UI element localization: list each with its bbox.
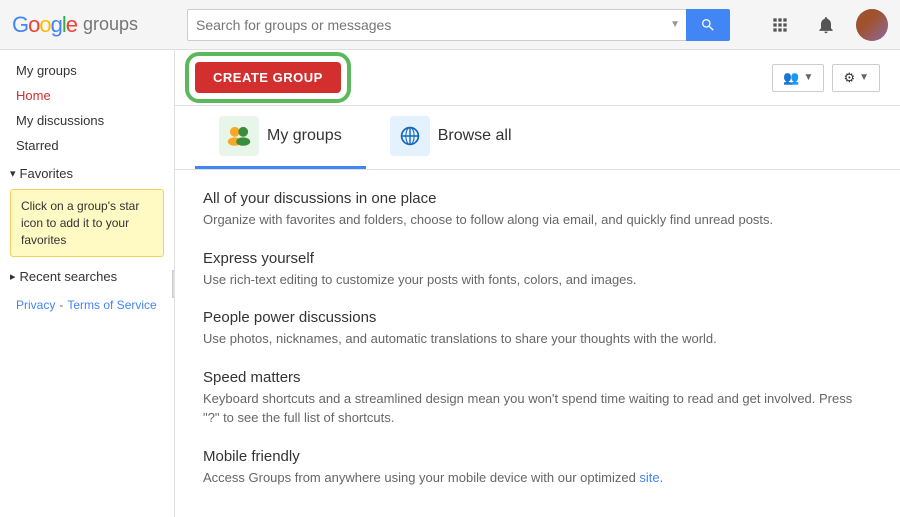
tab-bar: My groups Browse all bbox=[175, 106, 900, 170]
sidebar-item-starred-label: Starred bbox=[16, 138, 59, 153]
sidebar-item-home[interactable]: Home bbox=[0, 83, 174, 108]
logo-groups-text: groups bbox=[83, 14, 138, 35]
feature-people-power: People power discussions Use photos, nic… bbox=[203, 309, 872, 349]
feature-mobile-desc: Access Groups from anywhere using your m… bbox=[203, 468, 872, 488]
toolbar-right: 👥 ▼ ⚙ ▼ bbox=[772, 64, 880, 92]
feature-speed: Speed matters Keyboard shortcuts and a s… bbox=[203, 369, 872, 428]
create-group-button[interactable]: CREATE GROUP bbox=[195, 62, 341, 93]
logo-o1: o bbox=[28, 12, 39, 38]
search-icon bbox=[700, 17, 716, 33]
feature-people-power-title: People power discussions bbox=[203, 309, 872, 326]
feature-speed-desc: Keyboard shortcuts and a streamlined des… bbox=[203, 389, 872, 428]
feature-discussions-title: All of your discussions in one place bbox=[203, 190, 872, 207]
gear-dropdown-icon: ▼ bbox=[859, 72, 869, 83]
content-area: CREATE GROUP 👥 ▼ ⚙ ▼ bbox=[175, 50, 900, 517]
apps-icon bbox=[770, 15, 790, 35]
tab-browse-all[interactable]: Browse all bbox=[366, 106, 536, 169]
sidebar: ▸ My groups Home My discussions Starred … bbox=[0, 50, 175, 517]
bell-icon bbox=[816, 15, 836, 35]
header-icons bbox=[764, 9, 888, 41]
feature-discussions: All of your discussions in one place Org… bbox=[203, 190, 872, 230]
privacy-separator: - bbox=[59, 298, 63, 312]
tab-my-groups[interactable]: My groups bbox=[195, 106, 366, 169]
recent-searches-label: Recent searches bbox=[20, 269, 118, 284]
welcome-content: All of your discussions in one place Org… bbox=[175, 170, 900, 517]
recent-searches-arrow-icon: ▸ bbox=[10, 270, 16, 283]
logo-o2: o bbox=[39, 12, 50, 38]
people-settings-button[interactable]: 👥 ▼ bbox=[772, 64, 824, 92]
feature-mobile-desc-prefix: Access Groups from anywhere using your m… bbox=[203, 470, 639, 485]
terms-link[interactable]: Terms of Service bbox=[67, 298, 156, 312]
search-button[interactable] bbox=[686, 9, 730, 41]
feature-mobile-desc-suffix: . bbox=[660, 470, 664, 485]
toolbar: CREATE GROUP 👥 ▼ ⚙ ▼ bbox=[175, 50, 900, 106]
my-groups-icon bbox=[225, 122, 253, 150]
browse-all-icon bbox=[396, 122, 424, 150]
people-dropdown-icon: ▼ bbox=[804, 72, 814, 83]
feature-express-desc: Use rich-text editing to customize your … bbox=[203, 270, 872, 290]
logo-area: Google groups bbox=[12, 12, 187, 38]
logo-g: G bbox=[12, 12, 28, 38]
apps-button[interactable] bbox=[764, 9, 796, 41]
sidebar-item-home-label: Home bbox=[16, 88, 51, 103]
sidebar-privacy: Privacy - Terms of Service bbox=[0, 288, 174, 322]
sidebar-collapse-button[interactable]: ▸ bbox=[172, 270, 175, 298]
logo-e: e bbox=[66, 12, 77, 38]
search-input[interactable] bbox=[188, 17, 664, 33]
feature-discussions-desc: Organize with favorites and folders, cho… bbox=[203, 210, 872, 230]
sidebar-item-starred[interactable]: Starred bbox=[0, 133, 174, 158]
gear-icon: ⚙ bbox=[843, 70, 855, 86]
search-bar-container: ▼ bbox=[187, 9, 687, 41]
feature-speed-title: Speed matters bbox=[203, 369, 872, 386]
main-layout: ▸ My groups Home My discussions Starred … bbox=[0, 50, 900, 517]
browse-all-tab-icon bbox=[390, 116, 430, 156]
avatar-image bbox=[856, 9, 888, 41]
favorites-tooltip: Click on a group's star icon to add it t… bbox=[10, 189, 164, 257]
sidebar-item-my-groups[interactable]: My groups bbox=[0, 58, 174, 83]
feature-mobile: Mobile friendly Access Groups from anywh… bbox=[203, 448, 872, 488]
header: Google groups ▼ bbox=[0, 0, 900, 50]
sidebar-item-my-discussions-label: My discussions bbox=[16, 113, 104, 128]
google-logo: Google bbox=[12, 12, 77, 38]
feature-people-power-desc: Use photos, nicknames, and automatic tra… bbox=[203, 329, 872, 349]
mobile-site-link[interactable]: site bbox=[639, 470, 659, 485]
avatar[interactable] bbox=[856, 9, 888, 41]
logo-g2: g bbox=[51, 12, 62, 38]
favorites-section-label: Favorites bbox=[20, 166, 73, 181]
tab-my-groups-label: My groups bbox=[267, 127, 342, 145]
sidebar-item-my-discussions[interactable]: My discussions bbox=[0, 108, 174, 133]
gear-settings-button[interactable]: ⚙ ▼ bbox=[832, 64, 880, 92]
privacy-link[interactable]: Privacy bbox=[16, 298, 55, 312]
favorites-section-header[interactable]: ▾ Favorites bbox=[0, 158, 174, 185]
search-dropdown-icon[interactable]: ▼ bbox=[664, 19, 686, 30]
favorites-arrow-icon: ▾ bbox=[10, 167, 16, 180]
sidebar-item-my-groups-label: My groups bbox=[16, 63, 77, 78]
my-groups-tab-icon bbox=[219, 116, 259, 156]
feature-mobile-title: Mobile friendly bbox=[203, 448, 872, 465]
feature-express: Express yourself Use rich-text editing t… bbox=[203, 250, 872, 290]
tab-browse-all-label: Browse all bbox=[438, 127, 512, 145]
people-icon: 👥 bbox=[783, 70, 799, 86]
recent-searches-header[interactable]: ▸ Recent searches bbox=[0, 261, 174, 288]
notifications-button[interactable] bbox=[810, 9, 842, 41]
feature-express-title: Express yourself bbox=[203, 250, 872, 267]
favorites-tooltip-text: Click on a group's star icon to add it t… bbox=[21, 199, 139, 247]
